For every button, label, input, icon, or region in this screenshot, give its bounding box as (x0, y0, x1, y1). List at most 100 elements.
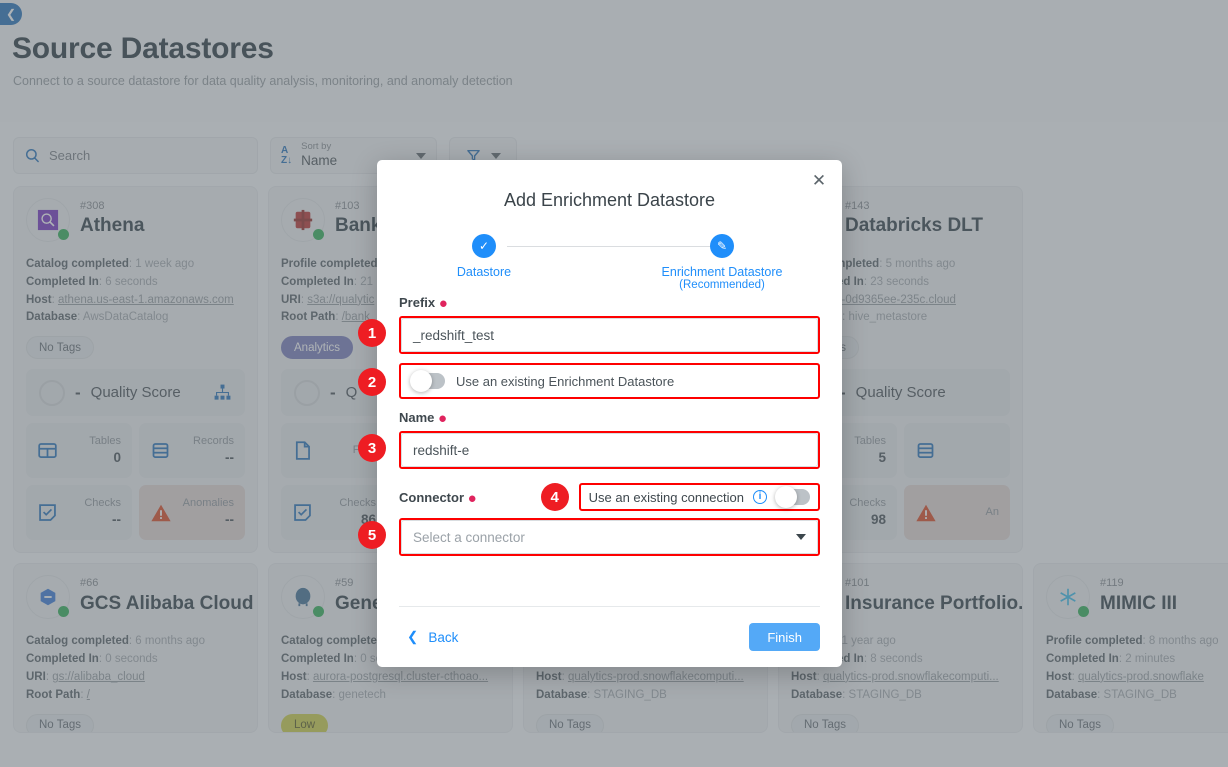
meta-value: hive_metastore (848, 311, 928, 324)
meta-value: 6 seconds (105, 275, 158, 288)
meta-label: Host (26, 293, 52, 306)
toggle-knob (410, 370, 432, 392)
enrichment-form: Prefix ● 1 _redshift_test 2 Use an exist… (358, 295, 842, 556)
host-link[interactable]: dbc-0d9365ee-235c.cloud (823, 294, 956, 306)
metric-checks[interactable]: Checks -- (26, 485, 132, 541)
page-header: ❮ Source Datastores Connect to a source … (0, 0, 1228, 122)
modal-title: Add Enrichment Datastore (503, 190, 716, 210)
metric-anomalies[interactable]: An (904, 485, 1010, 541)
meta-value: 2 minutes (1125, 653, 1176, 666)
checks-icon (39, 504, 56, 522)
annotation-badge-4: 4 (540, 483, 569, 511)
metric-anomalies[interactable]: Anomalies -- (139, 485, 245, 541)
use-existing-enrichment-row[interactable]: Use an existing Enrichment Datastore (401, 365, 818, 397)
card-header: #119 MIMIC III (1046, 575, 1228, 627)
host-link[interactable]: athena.us-east-1.amazonaws.com (58, 294, 234, 306)
name-label-text: Name (399, 410, 435, 425)
search-input[interactable]: Search (13, 137, 258, 174)
pencil-icon: ✎ (710, 234, 734, 258)
meta-value: 8 seconds (870, 653, 923, 666)
annotation-badge-5: 5 (358, 521, 386, 549)
meta-value: 6 months ago (135, 635, 205, 648)
rootpath-link[interactable]: / (87, 689, 90, 701)
connector-label-text: Connector (399, 489, 464, 505)
host-link[interactable]: qualytics-prod.snowflake (1078, 671, 1204, 683)
meta-label: Completed In (26, 653, 99, 666)
metric-label: Records (193, 435, 234, 448)
datastore-card[interactable]: #66 GCS Alibaba Cloud Catalog completed:… (13, 563, 258, 734)
finish-button[interactable]: Finish (749, 623, 820, 651)
connector-select[interactable]: Select a connector (401, 520, 818, 554)
card-meta: Profile completed: 8 months ago Complete… (1046, 635, 1219, 701)
metric-label: An (985, 506, 999, 519)
meta-label: Database (281, 688, 333, 701)
gcs-icon (40, 589, 56, 606)
quality-score-panel[interactable]: - Quality Score (26, 369, 245, 417)
uri-link[interactable]: gs://alibaba_cloud (52, 671, 145, 683)
meta-label: Profile completed (1046, 635, 1143, 648)
back-label: Back (428, 629, 459, 645)
datastore-card[interactable]: #308 Athena Catalog completed: 1 week ag… (13, 186, 258, 554)
metric-tables[interactable]: Tables 0 (26, 423, 132, 479)
host-link[interactable]: qualytics-prod.snowflakecomputi... (568, 671, 744, 683)
sort-by-label: Sort by (301, 141, 332, 153)
search-placeholder: Search (49, 148, 91, 163)
name-input[interactable]: redshift-e (401, 433, 818, 467)
annotation-badge-2: 2 (358, 368, 386, 396)
meta-label: Host (1046, 670, 1072, 683)
prefix-label-text: Prefix (399, 295, 436, 310)
use-existing-connection-toggle[interactable] (775, 486, 810, 508)
card-header: #308 Athena (26, 198, 245, 250)
metric-label: Checks (849, 497, 886, 510)
meta-label: Host (536, 670, 562, 683)
wizard-stepper: ✓ Datastore ✎ Enrichment Datastore (Reco… (377, 230, 842, 292)
card-meta: Catalog completed: 6 months ago Complete… (26, 635, 205, 701)
card-id: #308 (80, 200, 105, 212)
tag-badge: No Tags (26, 336, 94, 360)
metric-value: -- (225, 450, 234, 466)
meta-label: Host (281, 670, 307, 683)
datastore-card[interactable]: #119 MIMIC III Profile completed: 8 mont… (1033, 563, 1228, 734)
meta-value: 23 seconds (870, 275, 930, 288)
status-dot (1078, 606, 1089, 618)
meta-label: Root Path (26, 688, 81, 701)
required-marker: ● (467, 489, 477, 507)
card-title: Insurance Portfolio... (845, 592, 1023, 614)
step-datastore[interactable]: ✓ Datastore (424, 230, 544, 279)
tag-badge: No Tags (1046, 713, 1114, 733)
uri-link[interactable]: s3a://qualytic (307, 294, 374, 306)
connector-label: Connector ● (399, 489, 477, 507)
use-existing-connection-row[interactable]: Use an existing connection i (581, 485, 818, 509)
snowflake-icon (1060, 589, 1076, 606)
metric-value: 0 (113, 450, 121, 466)
prefix-input[interactable]: _redshift_test (401, 318, 818, 352)
metric-label: Anomalies (182, 497, 234, 510)
records-icon (152, 443, 169, 459)
connector-row: Connector ● 4 Use an existing connection… (399, 483, 820, 511)
meta-value: genetech (338, 688, 386, 701)
meta-label: Completed In (26, 275, 99, 288)
back-nav-button[interactable]: ❮ (0, 3, 22, 25)
meta-value: 0 seconds (105, 653, 158, 666)
info-icon[interactable]: i (753, 490, 767, 504)
back-button[interactable]: ❮ Back (399, 629, 458, 645)
meta-label: Database (791, 688, 843, 701)
hierarchy-icon (214, 384, 231, 400)
page-title: Source Datastores (12, 32, 274, 65)
chevron-down-icon (416, 152, 426, 159)
metric-records[interactable] (904, 423, 1010, 479)
meta-label: Database (26, 311, 78, 324)
step-enrichment-datastore[interactable]: ✎ Enrichment Datastore (Recommended) (642, 230, 802, 291)
tag-badge: No Tags (26, 713, 94, 733)
page-subtitle: Connect to a source datastore for data q… (13, 74, 513, 88)
meta-value: 1 week ago (135, 258, 195, 270)
close-icon[interactable]: ✕ (808, 169, 830, 191)
metric-records[interactable]: Records -- (139, 423, 245, 479)
meta-label: Completed In (281, 653, 354, 666)
annotation-box-4: 4 Use an existing connection i (540, 483, 820, 511)
host-link[interactable]: qualytics-prod.snowflakecomputi... (823, 671, 999, 683)
use-existing-enrichment-toggle[interactable] (410, 370, 445, 392)
metric-label: Tables (854, 435, 886, 448)
host-link[interactable]: aurora-postgresql.cluster-cthoao... (313, 671, 488, 683)
meta-label: Catalog completed (281, 635, 384, 648)
